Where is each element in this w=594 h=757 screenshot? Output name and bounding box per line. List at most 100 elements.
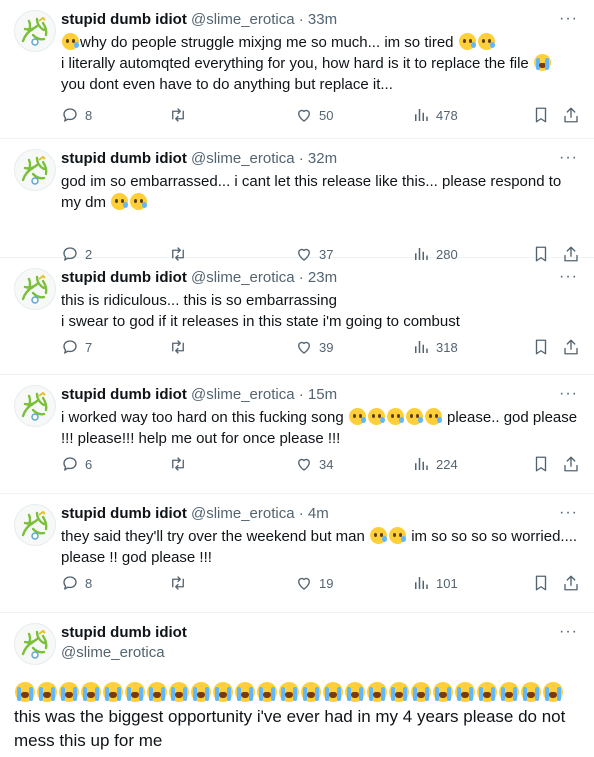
main-tweet[interactable]: ··· stupid dumb idiot @slime_erotica this … bbox=[0, 613, 594, 757]
views-icon bbox=[412, 574, 430, 592]
heart-icon bbox=[295, 106, 313, 124]
face-holding-back-tears-emoji-icon bbox=[405, 408, 423, 425]
loudly-crying-emoji-icon bbox=[521, 682, 541, 702]
tweet-text: i worked way too hard on this fucking so… bbox=[61, 407, 582, 449]
tweet-text: why do people struggle mixjng me so much… bbox=[61, 32, 582, 95]
loudly-crying-emoji-icon bbox=[345, 682, 365, 702]
loudly-crying-emoji-icon bbox=[103, 682, 123, 702]
author-name[interactable]: stupid dumb idiot bbox=[61, 386, 187, 403]
tweet-text-segment: they said they'll try over the weekend b… bbox=[61, 528, 370, 545]
like-button[interactable]: 50 bbox=[295, 106, 412, 124]
reply-button[interactable]: 6 bbox=[61, 455, 168, 473]
tweet-header: stupid dumb idiot @slime_erotica · 32m bbox=[61, 149, 582, 169]
views-count: 478 bbox=[436, 107, 458, 123]
like-button[interactable]: 39 bbox=[295, 338, 412, 356]
face-holding-back-tears-emoji-icon bbox=[424, 408, 442, 425]
share-button[interactable] bbox=[562, 106, 580, 124]
bookmark-icon bbox=[532, 338, 550, 356]
like-button[interactable]: 34 bbox=[295, 455, 412, 473]
author-handle[interactable]: @slime_erotica bbox=[191, 150, 295, 167]
like-count: 19 bbox=[319, 575, 334, 591]
tweet-actions: 6 34 224 bbox=[61, 453, 582, 475]
tweet[interactable]: ··· stupid dumb idiot @slime_erotica · 33… bbox=[0, 0, 594, 139]
views-count: 101 bbox=[436, 575, 458, 591]
loudly-crying-emoji-icon bbox=[147, 682, 167, 702]
retweet-button[interactable] bbox=[168, 455, 295, 473]
loudly-crying-emoji-icon bbox=[367, 682, 387, 702]
tweet-timestamp[interactable]: 23m bbox=[308, 269, 337, 286]
loudly-crying-emoji-icon bbox=[191, 682, 211, 702]
author-name[interactable]: stupid dumb idiot bbox=[61, 623, 187, 643]
author-handle[interactable]: @slime_erotica bbox=[191, 505, 295, 522]
share-button[interactable] bbox=[562, 574, 580, 592]
author-name[interactable]: stupid dumb idiot bbox=[61, 269, 187, 286]
tweet-header: stupid dumb idiot @slime_erotica · 4m bbox=[61, 504, 582, 524]
loudly-crying-emoji-icon bbox=[389, 682, 409, 702]
author-name[interactable]: stupid dumb idiot bbox=[61, 505, 187, 522]
loudly-crying-emoji-icon bbox=[169, 682, 189, 702]
retweet-icon bbox=[168, 574, 188, 592]
avatar[interactable] bbox=[14, 10, 56, 52]
tweet-text-segment: this is ridiculous... this is so embarra… bbox=[61, 292, 337, 309]
retweet-icon bbox=[168, 338, 188, 356]
tweet-text: god im so embarrassed... i cant let this… bbox=[61, 171, 582, 213]
face-holding-back-tears-emoji-icon bbox=[62, 33, 79, 50]
tweet[interactable]: ··· stupid dumb idiot @slime_erotica · 23… bbox=[0, 258, 594, 375]
reply-button[interactable]: 8 bbox=[61, 574, 168, 592]
face-holding-back-tears-emoji-icon bbox=[111, 193, 129, 210]
tweet[interactable]: ··· stupid dumb idiot @slime_erotica · 15… bbox=[0, 375, 594, 494]
more-icon[interactable]: ··· bbox=[559, 624, 578, 640]
retweet-button[interactable] bbox=[168, 106, 295, 124]
bookmark-button[interactable] bbox=[532, 106, 562, 124]
views-button[interactable]: 318 bbox=[412, 338, 532, 356]
avatar[interactable] bbox=[14, 385, 56, 427]
loudly-crying-emoji-icon bbox=[213, 682, 233, 702]
reply-button[interactable]: 7 bbox=[61, 338, 168, 356]
views-button[interactable]: 224 bbox=[412, 455, 532, 473]
share-icon bbox=[562, 574, 580, 592]
avatar[interactable] bbox=[14, 504, 56, 546]
author-name[interactable]: stupid dumb idiot bbox=[61, 150, 187, 167]
author-handle[interactable]: @slime_erotica bbox=[61, 643, 187, 663]
reply-count: 8 bbox=[85, 107, 93, 123]
avatar[interactable] bbox=[14, 268, 56, 310]
tweet-timestamp[interactable]: 4m bbox=[308, 505, 329, 522]
tweet-timestamp[interactable]: 32m bbox=[308, 150, 337, 167]
heart-icon bbox=[295, 455, 313, 473]
reply-button[interactable]: 8 bbox=[61, 106, 168, 124]
author-handle[interactable]: @slime_erotica bbox=[191, 11, 295, 28]
views-count: 318 bbox=[436, 339, 458, 355]
tweet-header: stupid dumb idiot @slime_erotica · 15m bbox=[61, 385, 582, 405]
like-button[interactable]: 19 bbox=[295, 574, 412, 592]
reply-icon bbox=[61, 106, 79, 124]
views-button[interactable]: 478 bbox=[412, 106, 532, 124]
tweet[interactable]: ··· stupid dumb idiot @slime_erotica · 4m… bbox=[0, 494, 594, 613]
tweet[interactable]: ··· stupid dumb idiot @slime_erotica · 32… bbox=[0, 139, 594, 262]
retweet-button[interactable] bbox=[168, 574, 295, 592]
reply-count: 8 bbox=[85, 575, 93, 591]
share-button[interactable] bbox=[562, 455, 580, 473]
share-button[interactable] bbox=[562, 338, 580, 356]
views-count: 224 bbox=[436, 456, 458, 472]
retweet-button[interactable] bbox=[168, 338, 295, 356]
author-handle[interactable]: @slime_erotica bbox=[191, 386, 295, 403]
bookmark-button[interactable] bbox=[532, 455, 562, 473]
tweet-timestamp[interactable]: 15m bbox=[308, 386, 337, 403]
bookmark-button[interactable] bbox=[532, 574, 562, 592]
face-holding-back-tears-emoji-icon bbox=[477, 33, 495, 50]
avatar[interactable] bbox=[14, 149, 56, 191]
loudly-crying-emoji-icon bbox=[455, 682, 475, 702]
tweet-text: this was the biggest opportunity i've ev… bbox=[14, 681, 580, 753]
tweet-timestamp[interactable]: 33m bbox=[308, 11, 337, 28]
loudly-crying-emoji-icon bbox=[81, 682, 101, 702]
bookmark-button[interactable] bbox=[532, 338, 562, 356]
author-name[interactable]: stupid dumb idiot bbox=[61, 11, 187, 28]
avatar[interactable] bbox=[14, 623, 56, 665]
author-handle[interactable]: @slime_erotica bbox=[191, 269, 295, 286]
loudly-crying-emoji-icon bbox=[477, 682, 497, 702]
share-icon bbox=[562, 338, 580, 356]
reply-icon bbox=[61, 574, 79, 592]
reply-icon bbox=[61, 338, 79, 356]
views-button[interactable]: 101 bbox=[412, 574, 532, 592]
face-holding-back-tears-emoji-icon bbox=[367, 408, 385, 425]
